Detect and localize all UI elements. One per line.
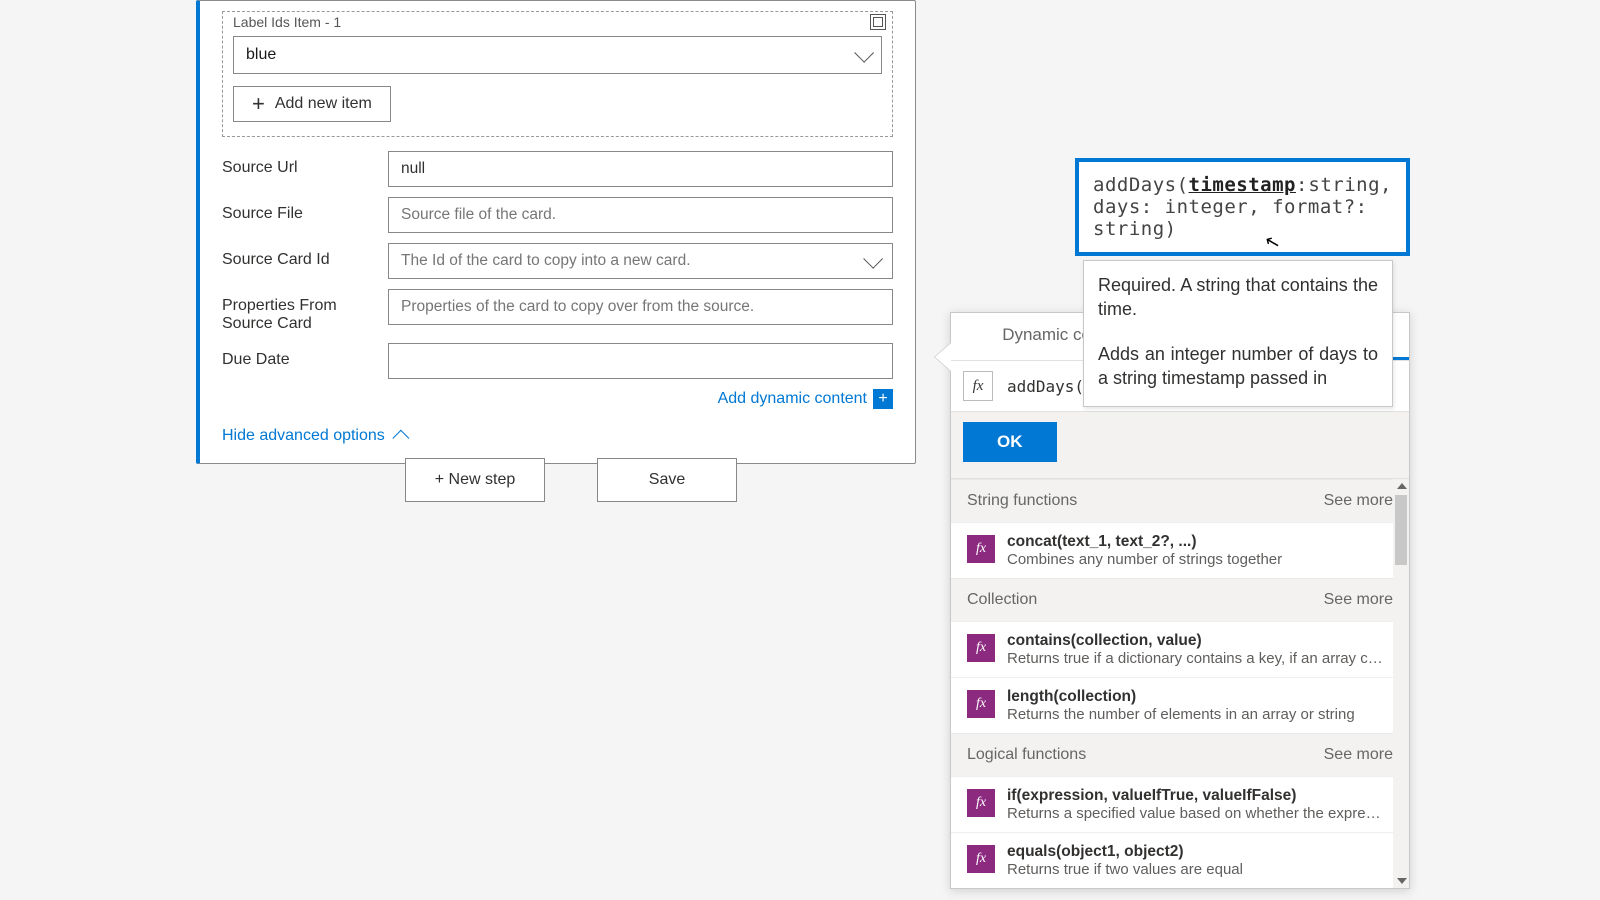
add-new-item-button[interactable]: + Add new item: [233, 86, 391, 122]
fx-icon: fx: [963, 371, 993, 401]
source-file-label: Source File: [222, 197, 388, 223]
bottom-buttons: + New step Save: [405, 458, 737, 502]
scroll-thumb[interactable]: [1395, 495, 1407, 565]
flyout-pointer: [935, 343, 951, 371]
label-ids-value: blue: [246, 46, 276, 64]
add-dynamic-content-link[interactable]: Add dynamic content +: [222, 389, 893, 409]
see-more-link[interactable]: See more: [1324, 746, 1393, 764]
group-string-functions: String functions See more: [951, 479, 1409, 522]
expression-input[interactable]: addDays(: [1007, 377, 1084, 396]
fx-icon: fx: [967, 690, 995, 718]
plus-icon: +: [252, 97, 265, 111]
chevron-down-icon: [854, 43, 874, 63]
function-description-tooltip: Required. A string that contains the tim…: [1083, 260, 1393, 407]
chevron-down-icon: [863, 249, 883, 269]
properties-label: Properties From Source Card: [222, 289, 388, 333]
ok-button[interactable]: OK: [963, 422, 1057, 462]
label-ids-dropdown[interactable]: blue: [233, 36, 882, 74]
fn-concat[interactable]: fx concat(text_1, text_2?, ...) Combines…: [951, 522, 1409, 578]
group-logical: Logical functions See more: [951, 733, 1409, 776]
fx-icon: fx: [967, 789, 995, 817]
due-date-label: Due Date: [222, 343, 388, 369]
fn-equals[interactable]: fx equals(object1, object2) Returns true…: [951, 832, 1409, 888]
source-file-input[interactable]: Source file of the card.: [388, 197, 893, 233]
fx-icon: fx: [967, 535, 995, 563]
fn-length[interactable]: fx length(collection) Returns the number…: [951, 677, 1409, 733]
fn-if[interactable]: fx if(expression, valueIfTrue, valueIfFa…: [951, 776, 1409, 832]
fx-icon: fx: [967, 634, 995, 662]
label-ids-section: Label Ids Item - 1 blue + Add new item: [222, 11, 893, 137]
fn-contains[interactable]: fx contains(collection, value) Returns t…: [951, 621, 1409, 677]
function-list: String functions See more fx concat(text…: [951, 479, 1409, 888]
reorder-icon[interactable]: [870, 14, 886, 30]
source-card-id-label: Source Card Id: [222, 243, 388, 269]
label-ids-title: Label Ids Item - 1: [233, 14, 882, 30]
see-more-link[interactable]: See more: [1324, 492, 1393, 510]
function-signature-tooltip: addDays(timestamp: string, days: integer…: [1075, 158, 1410, 256]
source-url-label: Source Url: [222, 151, 388, 177]
action-card: Label Ids Item - 1 blue + Add new item S…: [196, 0, 916, 464]
due-date-input[interactable]: [388, 343, 893, 379]
source-url-input[interactable]: null: [388, 151, 893, 187]
save-button[interactable]: Save: [597, 458, 737, 502]
properties-input[interactable]: Properties of the card to copy over from…: [388, 289, 893, 325]
hide-advanced-link[interactable]: Hide advanced options: [222, 427, 409, 445]
scroll-down-icon[interactable]: [1397, 878, 1407, 884]
source-card-id-input[interactable]: The Id of the card to copy into a new ca…: [388, 243, 893, 279]
see-more-link[interactable]: See more: [1324, 591, 1393, 609]
plus-box-icon: +: [873, 389, 893, 409]
fx-icon: fx: [967, 845, 995, 873]
group-collection: Collection See more: [951, 578, 1409, 621]
scrollbar[interactable]: [1393, 479, 1409, 888]
scroll-up-icon[interactable]: [1397, 483, 1407, 489]
chevron-up-icon: [392, 430, 409, 447]
form-rows: Source Url null Source File Source file …: [222, 151, 893, 379]
new-step-button[interactable]: + New step: [405, 458, 545, 502]
add-new-item-label: Add new item: [275, 95, 372, 113]
